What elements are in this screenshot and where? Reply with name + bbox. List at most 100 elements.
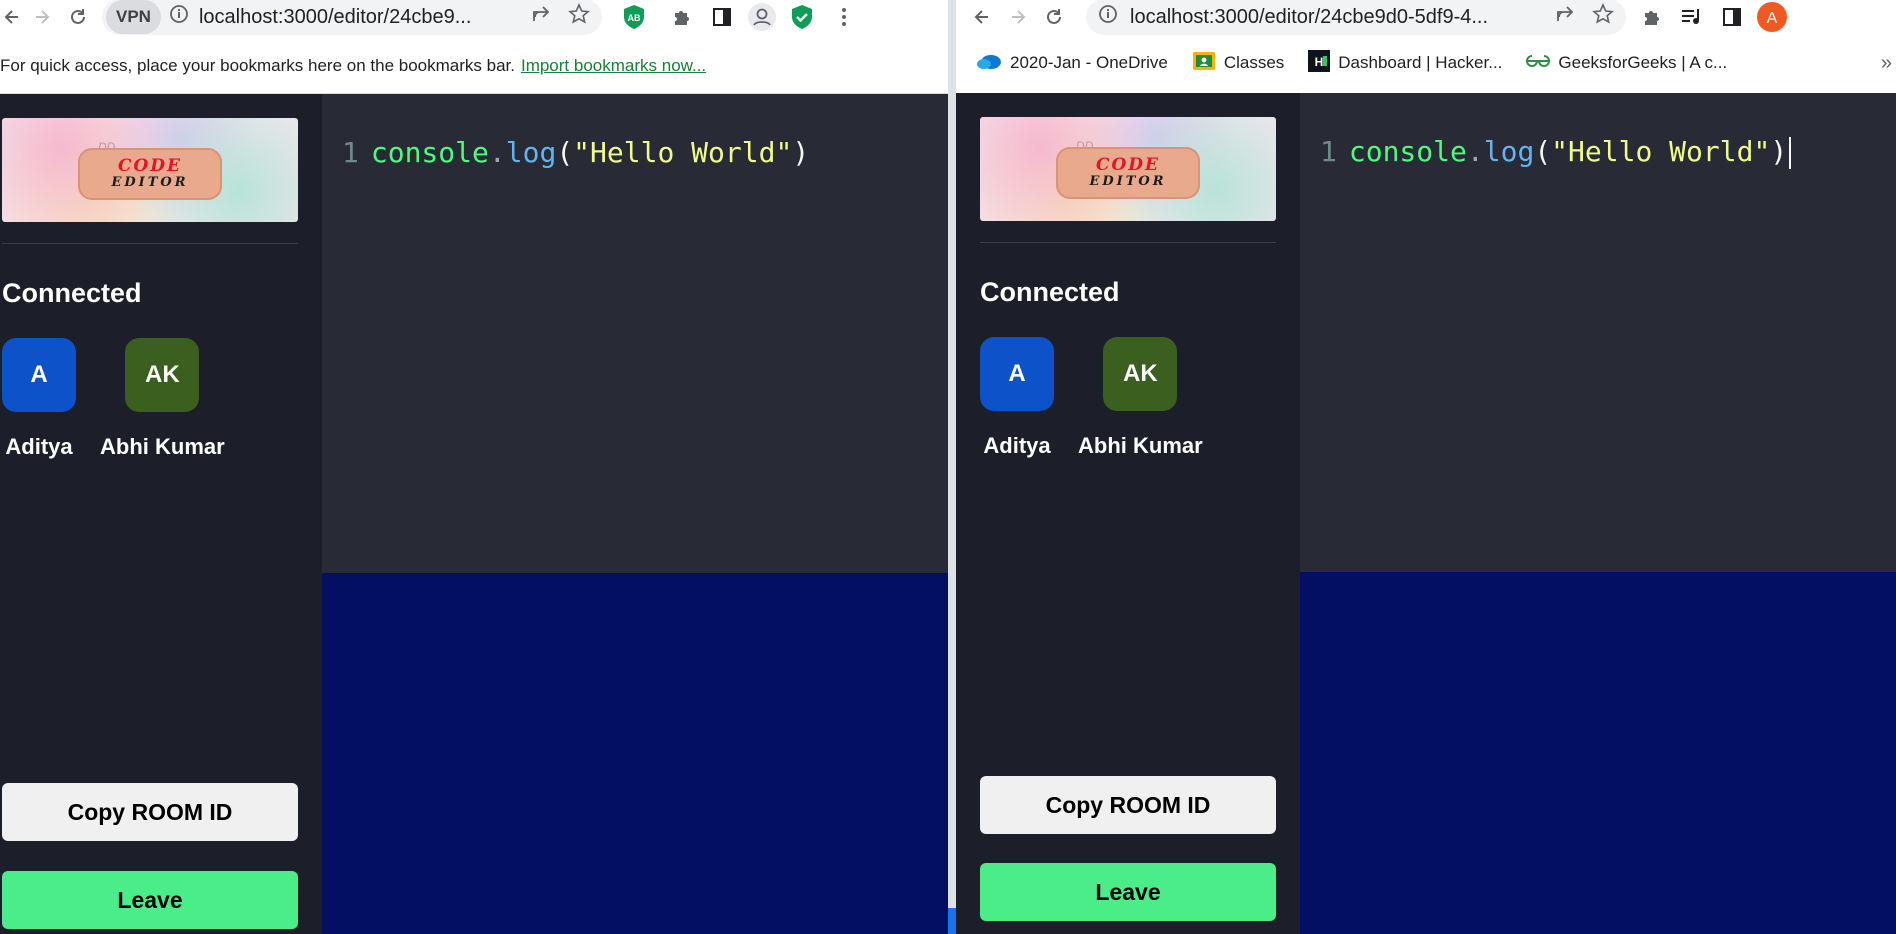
- svg-text:H: H: [1315, 55, 1324, 69]
- sidebar-divider: [2, 243, 298, 244]
- browser-toolbar: localhost:3000/editor/24cbe9d0-5df9-4...…: [956, 0, 1896, 35]
- code-line[interactable]: 1 console.log("Hello World"): [1320, 135, 1792, 169]
- text-cursor: [1789, 137, 1792, 169]
- editor-app: DD CODE EDITOR Connected A Aditya AK Abh…: [956, 93, 1896, 934]
- hackerrank-icon: H: [1308, 49, 1331, 77]
- share-icon[interactable]: [530, 3, 552, 31]
- code-token-dot: .: [488, 136, 506, 169]
- bookmarks-hint-text: For quick access, place your bookmarks h…: [0, 56, 515, 75]
- more-bookmarks-icon[interactable]: »: [1881, 52, 1892, 75]
- url-text: localhost:3000/editor/24cbe9d0-5df9-4...: [1130, 5, 1489, 28]
- extensions-puzzle-icon[interactable]: [664, 1, 700, 33]
- menu-kebab-icon[interactable]: [826, 1, 862, 33]
- connected-heading: Connected: [2, 278, 142, 308]
- right-browser-window: localhost:3000/editor/24cbe9d0-5df9-4...…: [956, 0, 1896, 934]
- user-name: Abhi Kumar: [1078, 433, 1203, 458]
- connected-users-list: A Aditya AK Abhi Kumar: [980, 337, 1203, 459]
- connected-user: A Aditya: [2, 338, 76, 460]
- user-name: Aditya: [5, 434, 73, 459]
- code-token-method: log: [1483, 135, 1535, 168]
- bookmark-classes[interactable]: Classes: [1192, 51, 1284, 76]
- bookmark-label: Classes: [1223, 53, 1285, 72]
- onedrive-icon: [976, 52, 1002, 75]
- classroom-icon: [1192, 51, 1216, 76]
- code-editor-logo: DD CODE EDITOR: [2, 118, 298, 222]
- logo-badge: CODE EDITOR: [1056, 147, 1200, 199]
- sidebar: DD CODE EDITOR Connected A Aditya AK Abh…: [956, 93, 1300, 934]
- logo-bottom-text: EDITOR: [111, 175, 189, 190]
- vpn-indicator[interactable]: VPN: [106, 0, 161, 34]
- adblock-badge-text: AB: [628, 13, 641, 23]
- copy-room-id-button[interactable]: Copy ROOM ID: [980, 776, 1276, 834]
- logo-badge: CODE EDITOR: [78, 148, 222, 200]
- avatar: AK: [1103, 337, 1178, 411]
- side-panel-icon[interactable]: [1714, 1, 1750, 33]
- forward-icon[interactable]: [1000, 1, 1036, 33]
- security-shield-icon[interactable]: [784, 1, 820, 33]
- code-line[interactable]: 1 console.log("Hello World"): [342, 136, 809, 169]
- bookmarks-bar: For quick access, place your bookmarks h…: [0, 48, 948, 84]
- forward-icon[interactable]: [24, 1, 60, 33]
- code-editor[interactable]: 1 console.log("Hello World"): [322, 94, 948, 573]
- bookmark-label: 2020-Jan - OneDrive: [1010, 53, 1168, 72]
- adblock-extension-icon[interactable]: AB: [616, 1, 652, 33]
- import-bookmarks-link[interactable]: Import bookmarks now...: [521, 56, 706, 76]
- code-token-open-paren: (: [1534, 135, 1552, 168]
- reload-icon[interactable]: [60, 1, 96, 33]
- avatar: A: [980, 337, 1054, 411]
- copy-room-id-button[interactable]: Copy ROOM ID: [2, 783, 298, 841]
- sidebar-divider: [980, 242, 1276, 243]
- site-info-icon[interactable]: [1098, 4, 1118, 30]
- line-number: 1: [342, 136, 359, 169]
- code-token-open-paren: (: [556, 136, 574, 169]
- connected-user: AK Abhi Kumar: [100, 338, 225, 460]
- user-name: Abhi Kumar: [100, 434, 225, 459]
- connected-user: AK Abhi Kumar: [1078, 337, 1203, 459]
- gfg-icon: [1526, 53, 1551, 74]
- bookmark-hackerrank[interactable]: H Dashboard | Hacker...: [1308, 49, 1503, 77]
- code-token-close-paren: ): [792, 136, 810, 169]
- leave-button[interactable]: Leave: [2, 871, 298, 929]
- user-name: Aditya: [983, 433, 1051, 458]
- media-control-icon[interactable]: [1674, 1, 1710, 33]
- code-token-string: "Hello World": [573, 136, 793, 169]
- logo-top-text: CODE: [117, 156, 183, 176]
- back-icon[interactable]: [0, 1, 24, 33]
- sidebar: DD CODE EDITOR Connected A Aditya AK Abh…: [0, 94, 322, 934]
- bookmark-star-icon[interactable]: [1592, 3, 1614, 31]
- bookmark-label: Dashboard | Hacker...: [1338, 53, 1503, 72]
- address-bar[interactable]: localhost:3000/editor/24cbe9d0-5df9-4...: [1086, 0, 1626, 35]
- code-editor[interactable]: 1 console.log("Hello World"): [1300, 93, 1896, 572]
- connected-heading: Connected: [980, 277, 1120, 307]
- reload-icon[interactable]: [1036, 1, 1072, 33]
- output-panel: [1300, 572, 1896, 934]
- side-panel-icon[interactable]: [704, 1, 740, 33]
- code-token-method: log: [505, 136, 557, 169]
- taskbar-accent: [948, 908, 956, 934]
- code-token-object: console: [370, 136, 489, 169]
- avatar: AK: [125, 338, 200, 412]
- address-bar[interactable]: VPN localhost:3000/editor/24cbe9...: [102, 0, 602, 35]
- profile-avatar-icon[interactable]: A: [1754, 1, 1790, 33]
- browser-toolbar: VPN localhost:3000/editor/24cbe9... AB: [0, 0, 948, 35]
- editor-app: DD CODE EDITOR Connected A Aditya AK Abh…: [0, 94, 948, 934]
- code-editor-logo: DD CODE EDITOR: [980, 117, 1276, 221]
- back-icon[interactable]: [964, 1, 1000, 33]
- screen: VPN localhost:3000/editor/24cbe9... AB F…: [0, 0, 1896, 934]
- connected-user: A Aditya: [980, 337, 1054, 459]
- profile-icon[interactable]: [744, 1, 780, 33]
- site-info-icon[interactable]: [169, 4, 189, 30]
- code-token-dot: .: [1466, 135, 1484, 168]
- share-icon[interactable]: [1554, 3, 1576, 31]
- url-text: localhost:3000/editor/24cbe9...: [198, 5, 472, 28]
- window-divider: [948, 0, 956, 934]
- bookmark-star-icon[interactable]: [568, 3, 590, 31]
- bookmark-label: GeeksforGeeks | A c...: [1558, 53, 1728, 72]
- bookmark-onedrive[interactable]: 2020-Jan - OneDrive: [976, 52, 1168, 75]
- code-token-close-paren: ): [1770, 135, 1788, 168]
- avatar: A: [2, 338, 76, 412]
- output-panel: [322, 573, 948, 934]
- extensions-puzzle-icon[interactable]: [1634, 1, 1670, 33]
- leave-button[interactable]: Leave: [980, 863, 1276, 921]
- bookmark-geeksforgeeks[interactable]: GeeksforGeeks | A c...: [1526, 53, 1727, 74]
